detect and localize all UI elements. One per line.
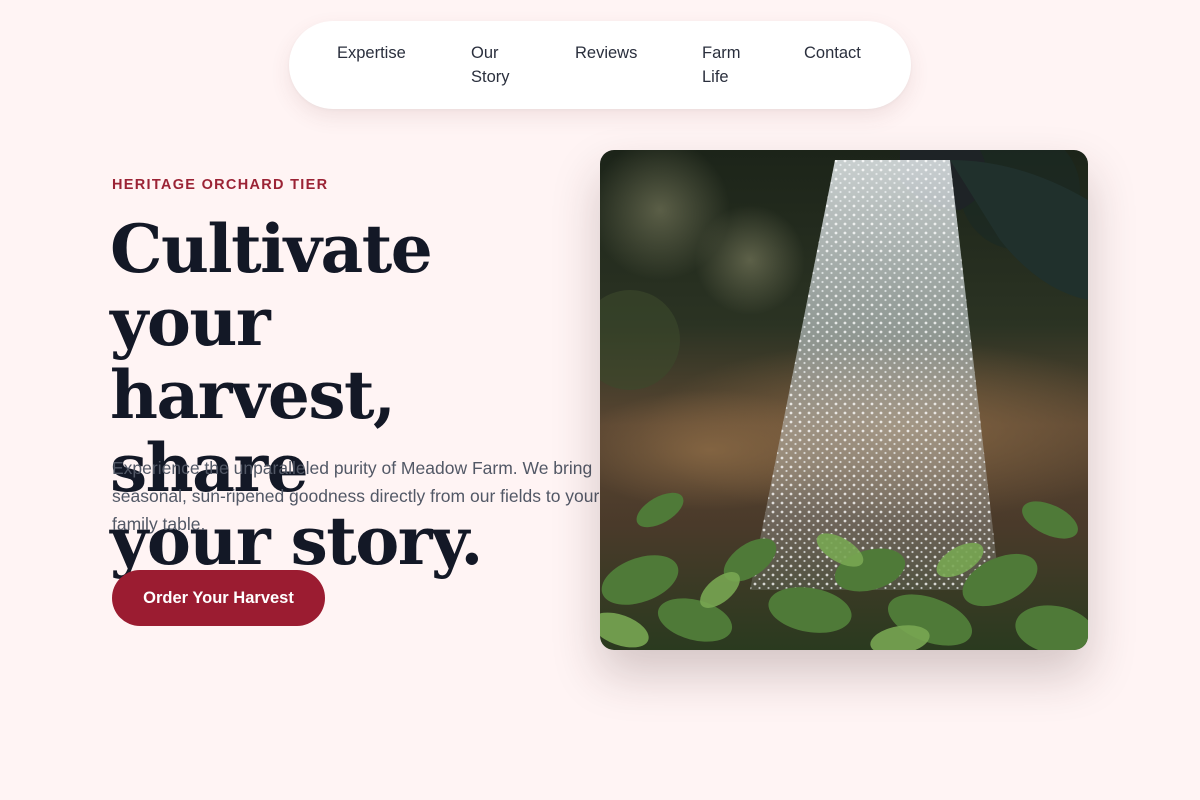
nav-link-expertise[interactable]: Expertise [337,41,406,65]
nav-link-contact[interactable]: Contact [804,41,861,65]
nav-link-label: Story [471,68,510,86]
nav-link-label: Contact [804,44,861,62]
nav-link-label: Our [471,44,499,62]
nav-link-reviews[interactable]: Reviews [575,41,637,65]
nav-link-farm-life[interactable]: Farm Life [702,41,741,89]
hero-eyebrow: HERITAGE ORCHARD TIER [112,177,329,193]
hero-description: Experience the unparalleled purity of Me… [112,458,600,534]
nav-link-label: Life [702,68,729,86]
nav-link-label: Reviews [575,44,638,62]
hero-image [600,150,1088,650]
nav-link-label: Farm [702,44,741,62]
hero-headline-line: Cultivate your [110,210,433,361]
main-navigation: Expertise Our Story Reviews Farm Life Co… [289,21,911,109]
order-harvest-button[interactable]: Order Your Harvest [112,570,325,626]
nav-link-label: Expertise [337,44,406,62]
nav-link-our-story[interactable]: Our Story [471,41,510,89]
